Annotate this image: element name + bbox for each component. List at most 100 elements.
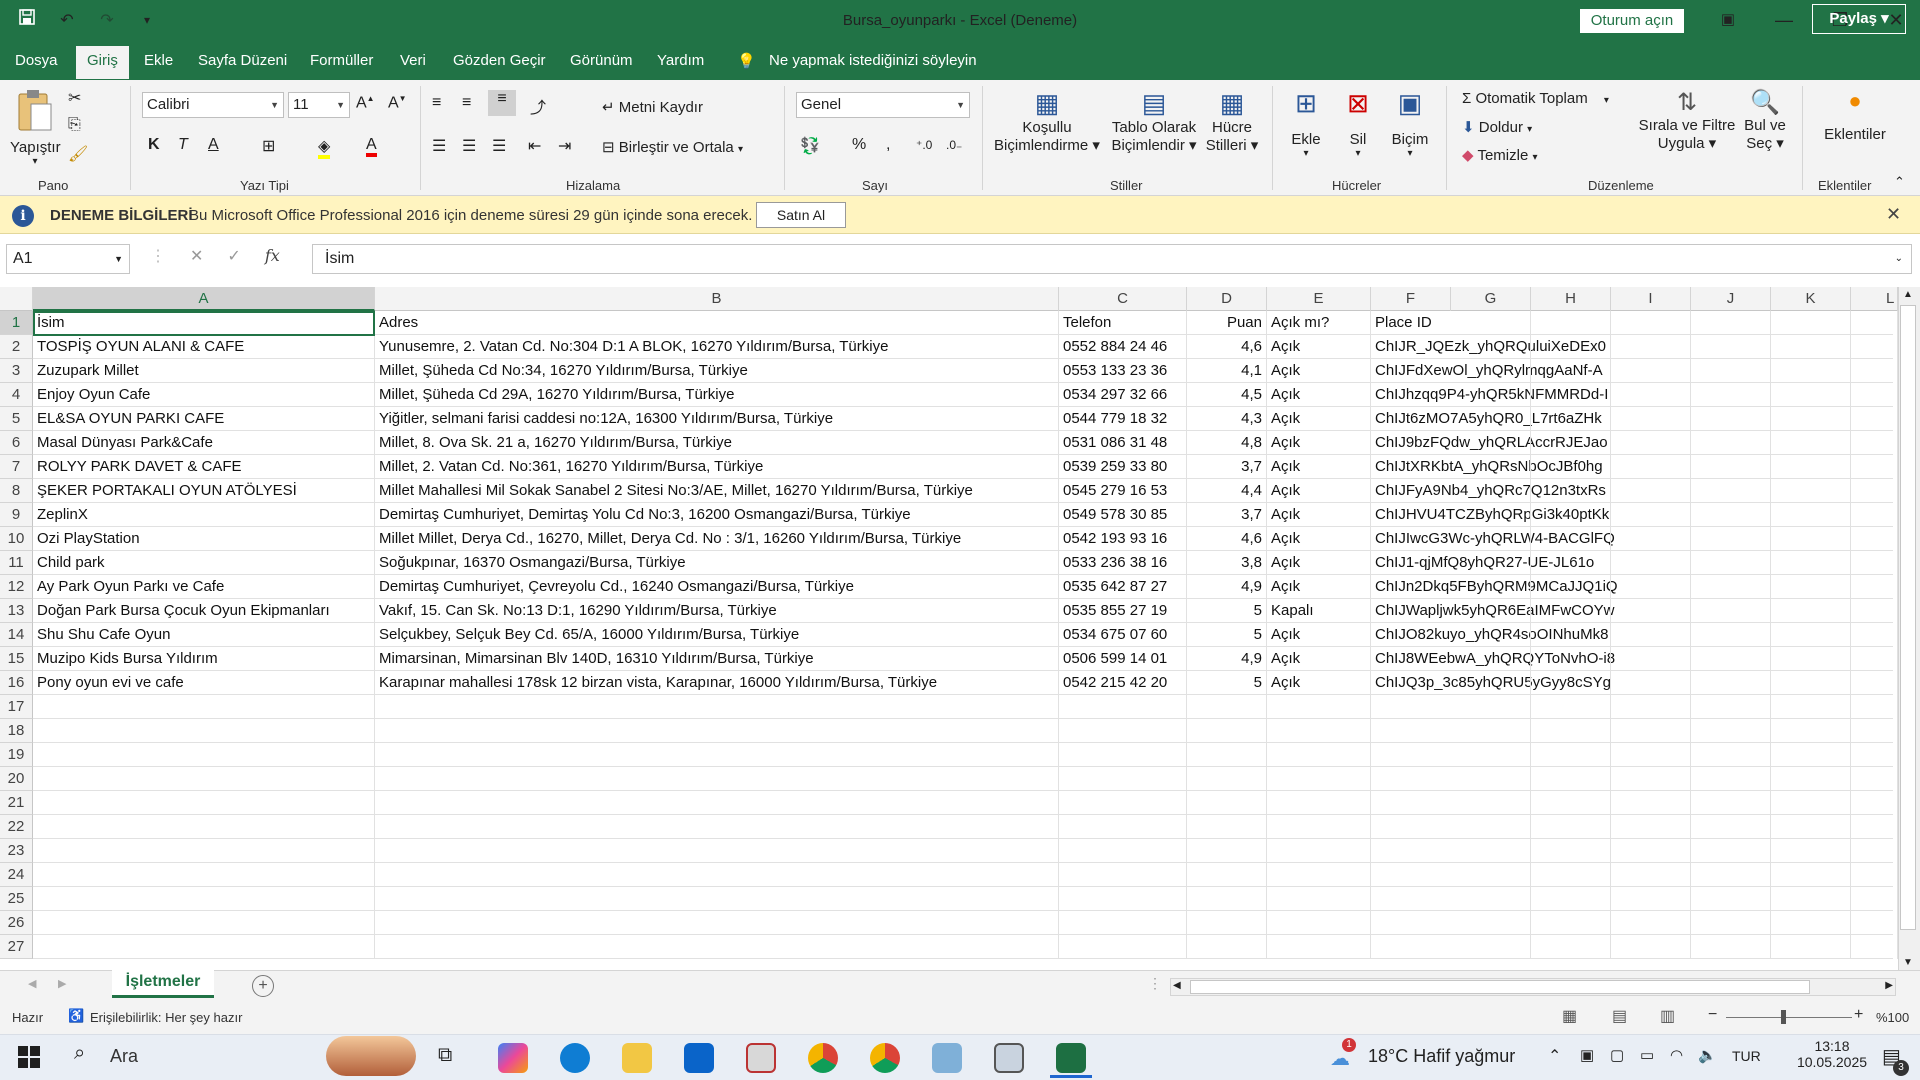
row-header[interactable]: 16 <box>0 671 33 695</box>
cell-k[interactable] <box>1771 575 1851 599</box>
cell-h[interactable] <box>1531 719 1611 743</box>
cell-k[interactable] <box>1771 719 1851 743</box>
cell-name[interactable]: Shu Shu Cafe Oyun <box>33 623 375 647</box>
cell-l[interactable] <box>1851 647 1898 671</box>
share-button[interactable]: Paylaş ▾ <box>1812 4 1906 34</box>
cell-open-status[interactable] <box>1267 887 1371 911</box>
cell-rating[interactable]: 3,8 <box>1187 551 1267 575</box>
bold-button[interactable]: K <box>148 136 160 154</box>
cell-rating[interactable]: 5 <box>1187 623 1267 647</box>
cell-i[interactable] <box>1611 311 1691 335</box>
borders-icon[interactable]: ⊞ <box>262 136 275 156</box>
column-header-i[interactable]: I <box>1611 287 1691 311</box>
cell-rating[interactable] <box>1187 791 1267 815</box>
cell-h[interactable] <box>1531 887 1611 911</box>
tab-dosya[interactable]: Dosya <box>15 52 58 69</box>
cell-l[interactable] <box>1851 863 1898 887</box>
cell-name[interactable]: Pony oyun evi ve cafe <box>33 671 375 695</box>
cell-i[interactable] <box>1611 815 1691 839</box>
cell-open-status[interactable] <box>1267 863 1371 887</box>
row-header[interactable]: 27 <box>0 935 33 959</box>
fill-button[interactable]: ⬇ Doldur ▾ <box>1462 118 1532 136</box>
cell-g[interactable] <box>1451 551 1531 575</box>
row-header[interactable]: 26 <box>0 911 33 935</box>
cell-k[interactable] <box>1771 887 1851 911</box>
cell-phone[interactable]: 0531 086 31 48 <box>1059 431 1187 455</box>
cell-l[interactable] <box>1851 623 1898 647</box>
cell-phone[interactable] <box>1059 791 1187 815</box>
cell-g[interactable] <box>1451 935 1531 959</box>
cell-h[interactable] <box>1531 311 1611 335</box>
cell-g[interactable] <box>1451 887 1531 911</box>
cell-open-status[interactable] <box>1267 815 1371 839</box>
cell-address[interactable]: Yunusemre, 2. Vatan Cd. No:304 D:1 A BLO… <box>375 335 1059 359</box>
cell-h[interactable] <box>1531 431 1611 455</box>
cell-open-status[interactable] <box>1267 743 1371 767</box>
italic-button[interactable]: T <box>178 136 188 154</box>
page-layout-icon[interactable]: ▤ <box>1612 1006 1627 1026</box>
percent-button[interactable]: % <box>852 136 866 154</box>
row-header[interactable]: 19 <box>0 743 33 767</box>
cell-k[interactable] <box>1771 551 1851 575</box>
cell-rating[interactable]: Puan <box>1187 311 1267 335</box>
cell-h[interactable] <box>1531 935 1611 959</box>
cell-l[interactable] <box>1851 791 1898 815</box>
cell-j[interactable] <box>1691 311 1771 335</box>
cell-i[interactable] <box>1611 935 1691 959</box>
cell-l[interactable] <box>1851 599 1898 623</box>
align-bottom-icon[interactable]: ≡ <box>488 90 516 116</box>
cell-k[interactable] <box>1771 623 1851 647</box>
cell-k[interactable] <box>1771 839 1851 863</box>
cell-phone[interactable]: 0545 279 16 53 <box>1059 479 1187 503</box>
cell-name[interactable] <box>33 911 375 935</box>
cell-name[interactable] <box>33 767 375 791</box>
cell-phone[interactable]: 0553 133 23 36 <box>1059 359 1187 383</box>
cell-phone[interactable]: 0535 642 87 27 <box>1059 575 1187 599</box>
cell-address[interactable]: Millet, Şüheda Cd 29A, 16270 Yıldırım/Bu… <box>375 383 1059 407</box>
font-color-icon[interactable]: A <box>366 136 377 157</box>
cell-i[interactable] <box>1611 503 1691 527</box>
row-header[interactable]: 5 <box>0 407 33 431</box>
row-header[interactable]: 23 <box>0 839 33 863</box>
cell-i[interactable] <box>1611 671 1691 695</box>
cell-i[interactable] <box>1611 767 1691 791</box>
row-header[interactable]: 13 <box>0 599 33 623</box>
cell-address[interactable] <box>375 839 1059 863</box>
cell-k[interactable] <box>1771 527 1851 551</box>
cell-phone[interactable]: 0535 855 27 19 <box>1059 599 1187 623</box>
cell-k[interactable] <box>1771 743 1851 767</box>
cell-rating[interactable]: 4,9 <box>1187 647 1267 671</box>
increase-indent-icon[interactable]: ⇥ <box>558 136 571 156</box>
align-top-icon[interactable]: ≡ <box>432 94 441 112</box>
cell-i[interactable] <box>1611 719 1691 743</box>
cell-phone[interactable]: 0533 236 38 16 <box>1059 551 1187 575</box>
cell-g[interactable] <box>1451 599 1531 623</box>
cell-name[interactable] <box>33 935 375 959</box>
minimize-icon[interactable]: — <box>1756 6 1812 34</box>
snipping-tool-icon[interactable] <box>994 1043 1024 1073</box>
cell-rating[interactable] <box>1187 887 1267 911</box>
cell-name[interactable]: ZeplinX <box>33 503 375 527</box>
cell-h[interactable] <box>1531 647 1611 671</box>
cell-rating[interactable]: 4,6 <box>1187 527 1267 551</box>
cell-k[interactable] <box>1771 647 1851 671</box>
row-header[interactable]: 25 <box>0 887 33 911</box>
cell-i[interactable] <box>1611 407 1691 431</box>
cell-open-status[interactable]: Açık <box>1267 383 1371 407</box>
row-header[interactable]: 17 <box>0 695 33 719</box>
chrome-profile-icon[interactable] <box>870 1043 900 1073</box>
cell-phone[interactable] <box>1059 767 1187 791</box>
formula-input[interactable]: İsim ⌄ <box>312 244 1912 274</box>
cell-name[interactable]: Enjoy Oyun Cafe <box>33 383 375 407</box>
cell-phone[interactable]: 0539 259 33 80 <box>1059 455 1187 479</box>
cell-name[interactable] <box>33 887 375 911</box>
edge-icon[interactable] <box>560 1043 590 1073</box>
cell-j[interactable] <box>1691 863 1771 887</box>
tray-chevron-icon[interactable]: ⌃ <box>1548 1046 1561 1066</box>
cell-i[interactable] <box>1611 647 1691 671</box>
cell-address[interactable]: Mimarsinan, Mimarsinan Blv 140D, 16310 Y… <box>375 647 1059 671</box>
volume-icon[interactable]: 🔈 <box>1698 1046 1717 1064</box>
cell-address[interactable] <box>375 695 1059 719</box>
cell-rating[interactable]: 3,7 <box>1187 503 1267 527</box>
cell-name[interactable]: Muzipo Kids Bursa Yıldırım <box>33 647 375 671</box>
